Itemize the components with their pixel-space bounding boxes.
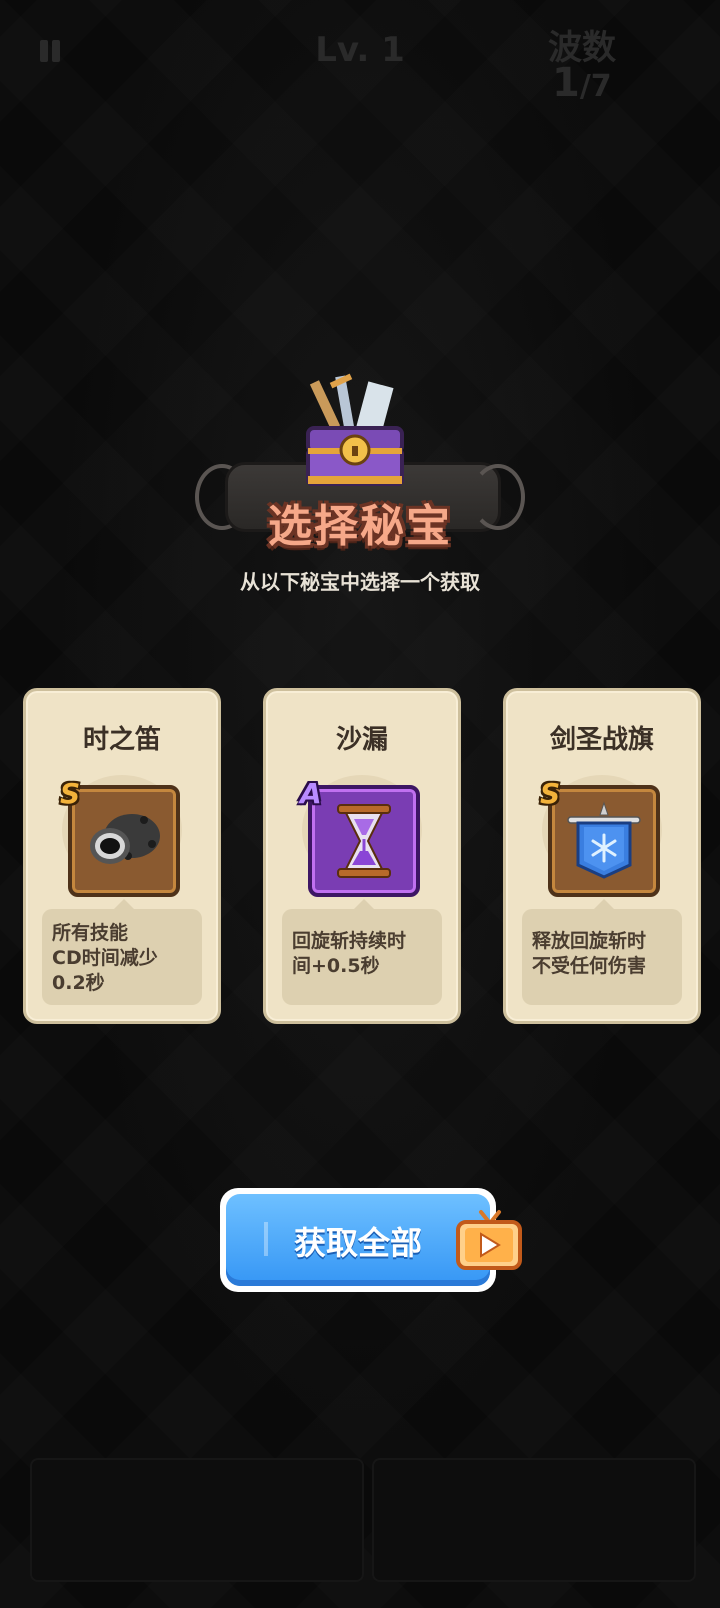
wave-current: 1: [552, 60, 580, 106]
item-frame: [548, 785, 660, 897]
card-description: 所有技能 CD时间减少 0.2秒: [42, 899, 202, 1005]
item-frame: [308, 785, 420, 897]
bottom-skill-slot: [372, 1458, 696, 1582]
desc-line: 0.2秒: [52, 972, 105, 994]
dialog-title: 选择秘宝: [268, 501, 452, 552]
get-all-label: 获取全部: [293, 1224, 422, 1262]
grade-badge: S: [60, 777, 81, 810]
get-all-button-face: 获取全部: [226, 1194, 490, 1286]
wave-counter: 1/7: [552, 60, 612, 106]
bottom-skill-slot: [30, 1458, 364, 1582]
card-name: 时之笛: [82, 725, 161, 755]
blue-banner-icon: [567, 801, 641, 879]
desc-line: 不受任何伤害: [532, 955, 647, 977]
desc-line: 间+0.5秒: [292, 955, 380, 977]
desc-line: 回旋斩持续时: [292, 930, 407, 952]
card-name: 剑圣战旗: [549, 725, 654, 755]
grade-badge: A: [300, 777, 322, 810]
grade-badge: S: [540, 777, 561, 810]
treasure-card-1[interactable]: 时之笛 S 所有技能 CD时间减少 0.2秒: [23, 688, 221, 1024]
treasure-card-3[interactable]: 剑圣战旗 S 释放回旋斩时 不受任何伤害: [503, 688, 701, 1024]
desc-line: 所有技能: [52, 922, 129, 944]
video-ad-icon: [456, 1210, 522, 1270]
hourglass-icon: [337, 804, 391, 878]
cannon-flute-icon: [90, 814, 160, 864]
desc-line: 释放回旋斩时: [532, 930, 647, 952]
card-name: 沙漏: [335, 725, 388, 755]
treasure-chest-icon: [306, 373, 404, 486]
card-description: 释放回旋斩时 不受任何伤害: [522, 899, 682, 1005]
desc-line: CD时间减少: [52, 947, 158, 969]
item-frame: [68, 785, 180, 897]
treasure-card-2[interactable]: 沙漏 A 回旋斩持续时 间+0.5秒: [263, 688, 461, 1024]
dialog-subtitle: 从以下秘宝中选择一个获取: [240, 570, 480, 594]
card-description: 回旋斩持续时 间+0.5秒: [282, 899, 442, 1005]
wave-total: /7: [579, 69, 612, 104]
